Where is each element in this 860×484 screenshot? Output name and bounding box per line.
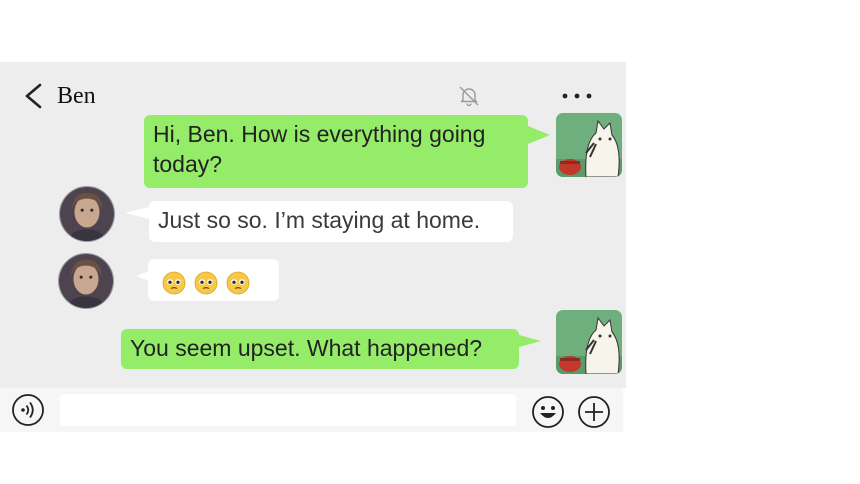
pleading-face-icon — [162, 271, 186, 295]
message-text: You seem upset. What happened? — [130, 335, 483, 361]
smiley-icon[interactable] — [531, 395, 565, 429]
my-avatar[interactable] — [556, 310, 622, 374]
message-composer — [0, 388, 623, 432]
more-dots-icon[interactable] — [560, 84, 596, 104]
chevron-left-icon[interactable] — [22, 82, 44, 110]
message-text-line: Hi, Ben. How is everything going — [153, 121, 486, 147]
bubble-tail — [125, 207, 149, 219]
bubble-tail — [519, 335, 541, 347]
plus-circle-icon[interactable] — [577, 395, 611, 429]
message-bubble-incoming[interactable] — [148, 259, 279, 301]
message-bubble-outgoing[interactable]: Hi, Ben. How is everything going today? — [144, 115, 528, 188]
message-input[interactable] — [60, 394, 516, 426]
pleading-face-icon — [194, 271, 218, 295]
message-bubble-incoming[interactable]: Just so so. I’m staying at home. — [149, 201, 513, 242]
message-text-line: today? — [153, 151, 223, 177]
contact-avatar[interactable] — [58, 253, 114, 309]
voice-icon[interactable] — [11, 393, 45, 427]
bell-off-icon — [459, 86, 479, 107]
contact-avatar[interactable] — [59, 186, 115, 242]
bubble-tail — [528, 126, 550, 144]
chat-title[interactable]: Ben — [57, 83, 96, 110]
my-avatar[interactable] — [556, 113, 622, 177]
chat-header: Ben — [0, 62, 626, 114]
message-bubble-outgoing[interactable]: You seem upset. What happened? — [121, 329, 519, 369]
message-text: Just so so. I’m staying at home. — [158, 207, 481, 233]
pleading-face-icon — [226, 271, 250, 295]
chat-window: Ben Hi, Ben. How is everything going tod… — [0, 62, 626, 388]
